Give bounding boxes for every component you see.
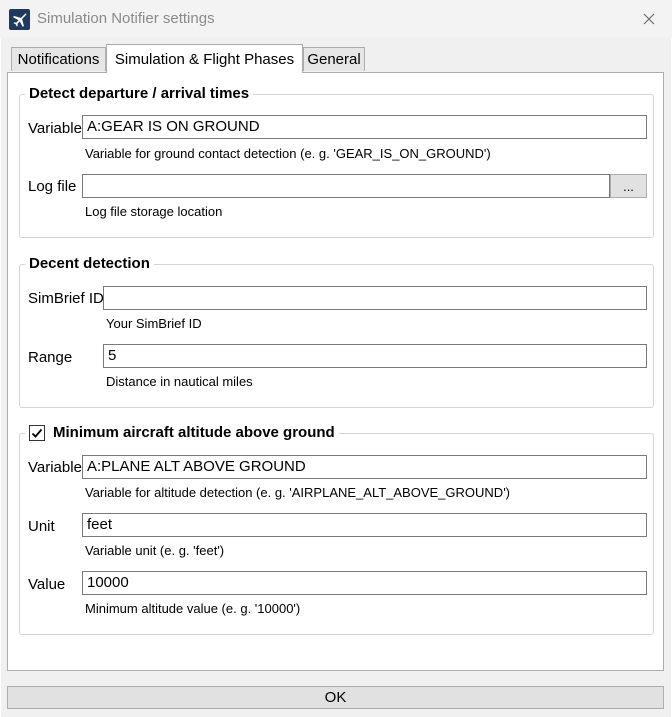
range-label: Range [28, 349, 73, 366]
browse-button-label: ... [623, 178, 634, 194]
browse-button[interactable]: ... [610, 174, 647, 198]
close-icon [643, 13, 655, 25]
checkmark-icon [31, 428, 43, 438]
tab-label: Notifications [17, 51, 100, 68]
ground-variable-hint: Variable for ground contact detection (e… [85, 146, 491, 161]
altitude-variable-label: Variable [28, 459, 82, 476]
altitude-variable-hint: Variable for altitude detection (e. g. '… [85, 485, 511, 500]
log-file-hint: Log file storage location [85, 204, 223, 219]
decent-detection-group-title: Decent detection [25, 255, 154, 273]
altitude-value-hint: Minimum altitude value (e. g. '10000') [85, 601, 301, 616]
tab-notifications[interactable]: Notifications [11, 47, 106, 71]
value-label: Value [28, 576, 66, 593]
ok-button-label: OK [324, 689, 347, 706]
unit-input[interactable]: feet [82, 513, 647, 537]
range-hint: Distance in nautical miles [106, 374, 253, 389]
ground-variable-input[interactable]: A:GEAR IS ON GROUND [82, 115, 647, 139]
tab-simulation-flight-phases[interactable]: Simulation & Flight Phases [106, 44, 303, 73]
min-altitude-group-header: Minimum aircraft altitude above ground [25, 424, 339, 442]
log-file-input[interactable] [82, 174, 610, 198]
simbrief-id-label: SimBrief ID [28, 290, 104, 307]
tab-label: Simulation & Flight Phases [114, 50, 295, 68]
departure-arrival-group-title: Detect departure / arrival times [25, 85, 254, 103]
tab-label: General [307, 51, 361, 68]
simbrief-id-input[interactable] [103, 286, 647, 310]
tab-general[interactable]: General [303, 47, 365, 71]
title-bar: Simulation Notifier settings [0, 0, 672, 38]
window-title: Simulation Notifier settings [37, 10, 215, 27]
range-input[interactable]: 5 [103, 344, 647, 368]
close-button[interactable] [634, 6, 664, 32]
variable-label: Variable [28, 120, 82, 137]
unit-hint: Variable unit (e. g. 'feet') [85, 543, 225, 558]
altitude-value-input[interactable]: 10000 [82, 571, 647, 595]
altitude-variable-input[interactable]: A:PLANE ALT ABOVE GROUND [82, 455, 647, 479]
min-altitude-checkbox[interactable] [29, 425, 45, 441]
ok-button[interactable]: OK [7, 686, 664, 709]
min-altitude-group-title: Minimum aircraft altitude above ground [53, 424, 335, 441]
simbrief-id-hint: Your SimBrief ID [106, 316, 202, 331]
log-file-label: Log file [28, 178, 77, 195]
airplane-icon [9, 9, 30, 30]
unit-label: Unit [28, 518, 55, 535]
